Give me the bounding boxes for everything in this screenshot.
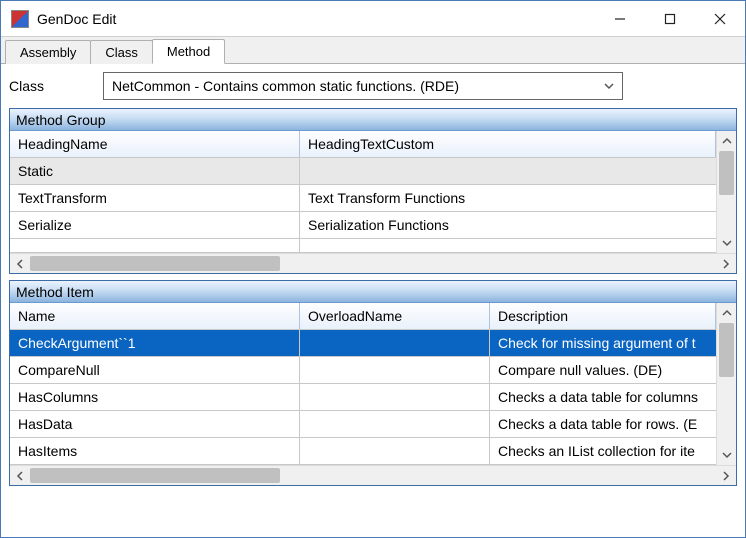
- cell: Serialize: [10, 212, 300, 238]
- cell: Checks a data table for columns: [490, 384, 716, 410]
- scroll-track[interactable]: [717, 151, 736, 233]
- cell: Text Transform Functions: [300, 185, 716, 211]
- close-icon: [714, 13, 726, 25]
- table-row[interactable]: Static: [10, 158, 716, 185]
- column-header[interactable]: HeadingTextCustom: [300, 131, 716, 157]
- table-row[interactable]: CheckArgument``1 Check for missing argum…: [10, 330, 716, 357]
- cell: [300, 239, 716, 252]
- class-combobox[interactable]: NetCommon - Contains common static funct…: [103, 72, 623, 100]
- cell: [10, 239, 300, 252]
- tab-assembly[interactable]: Assembly: [5, 40, 91, 64]
- column-header[interactable]: HeadingName: [10, 131, 300, 157]
- scroll-left-button[interactable]: [10, 254, 30, 273]
- method-item-column-headers: Name OverloadName Description: [10, 303, 716, 330]
- scroll-up-button[interactable]: [717, 303, 736, 323]
- title-bar: GenDoc Edit: [1, 1, 745, 37]
- cell: [300, 384, 490, 410]
- column-header[interactable]: Description: [490, 303, 716, 329]
- class-combobox-value: NetCommon - Contains common static funct…: [112, 78, 600, 94]
- scroll-up-button[interactable]: [717, 131, 736, 151]
- method-group-column-headers: HeadingName HeadingTextCustom: [10, 131, 716, 158]
- maximize-button[interactable]: [645, 1, 695, 37]
- cell: [300, 357, 490, 383]
- cell: Checks an IList collection for ite: [490, 438, 716, 464]
- method-group-grid: HeadingName HeadingTextCustom Static Tex…: [10, 131, 736, 273]
- cell: HasColumns: [10, 384, 300, 410]
- vertical-scrollbar[interactable]: [716, 303, 736, 465]
- method-item-panel: Method Item Name OverloadName Descriptio…: [9, 280, 737, 486]
- app-icon: [11, 10, 29, 28]
- scroll-thumb[interactable]: [719, 151, 734, 195]
- tab-strip: Assembly Class Method: [1, 37, 745, 64]
- class-label: Class: [9, 78, 103, 94]
- method-group-panel: Method Group HeadingName HeadingTextCust…: [9, 108, 737, 274]
- cell: [300, 330, 490, 356]
- table-row[interactable]: HasColumns Checks a data table for colum…: [10, 384, 716, 411]
- vertical-scrollbar[interactable]: [716, 131, 736, 253]
- table-row[interactable]: CompareNull Compare null values. (DE): [10, 357, 716, 384]
- table-row[interactable]: [10, 239, 716, 253]
- cell: Checks a data table for rows. (E: [490, 411, 716, 437]
- cell: CompareNull: [10, 357, 300, 383]
- chevron-down-icon: [600, 73, 618, 99]
- horizontal-scrollbar[interactable]: [10, 465, 736, 485]
- close-button[interactable]: [695, 1, 745, 37]
- cell: Static: [10, 158, 300, 184]
- scroll-right-button[interactable]: [716, 254, 736, 273]
- scroll-track[interactable]: [717, 323, 736, 445]
- client-area: Class NetCommon - Contains common static…: [1, 64, 745, 486]
- method-group-header: Method Group: [10, 109, 736, 131]
- maximize-icon: [664, 13, 676, 25]
- window-title: GenDoc Edit: [37, 11, 116, 27]
- method-item-header: Method Item: [10, 281, 736, 303]
- table-row[interactable]: Serialize Serialization Functions: [10, 212, 716, 239]
- scroll-thumb[interactable]: [719, 323, 734, 377]
- cell: CheckArgument``1: [10, 330, 300, 356]
- minimize-button[interactable]: [595, 1, 645, 37]
- column-header[interactable]: Name: [10, 303, 300, 329]
- cell: Compare null values. (DE): [490, 357, 716, 383]
- horizontal-scrollbar[interactable]: [10, 253, 736, 273]
- cell: HasData: [10, 411, 300, 437]
- column-header[interactable]: OverloadName: [300, 303, 490, 329]
- scroll-thumb[interactable]: [30, 468, 280, 483]
- scroll-down-button[interactable]: [717, 445, 736, 465]
- scroll-track[interactable]: [30, 466, 716, 485]
- minimize-icon: [614, 13, 626, 25]
- cell: HasItems: [10, 438, 300, 464]
- class-field-row: Class NetCommon - Contains common static…: [9, 72, 737, 100]
- scroll-down-button[interactable]: [717, 233, 736, 253]
- scroll-right-button[interactable]: [716, 466, 736, 485]
- method-item-grid: Name OverloadName Description CheckArgum…: [10, 303, 736, 485]
- tab-class[interactable]: Class: [90, 40, 153, 64]
- scroll-track[interactable]: [30, 254, 716, 273]
- cell: TextTransform: [10, 185, 300, 211]
- cell: [300, 438, 490, 464]
- cell: Check for missing argument of t: [490, 330, 716, 356]
- scroll-left-button[interactable]: [10, 466, 30, 485]
- table-row[interactable]: HasItems Checks an IList collection for …: [10, 438, 716, 465]
- table-row[interactable]: HasData Checks a data table for rows. (E: [10, 411, 716, 438]
- scroll-thumb[interactable]: [30, 256, 280, 271]
- cell: [300, 158, 716, 184]
- cell: Serialization Functions: [300, 212, 716, 238]
- cell: [300, 411, 490, 437]
- tab-method[interactable]: Method: [152, 39, 225, 64]
- table-row[interactable]: TextTransform Text Transform Functions: [10, 185, 716, 212]
